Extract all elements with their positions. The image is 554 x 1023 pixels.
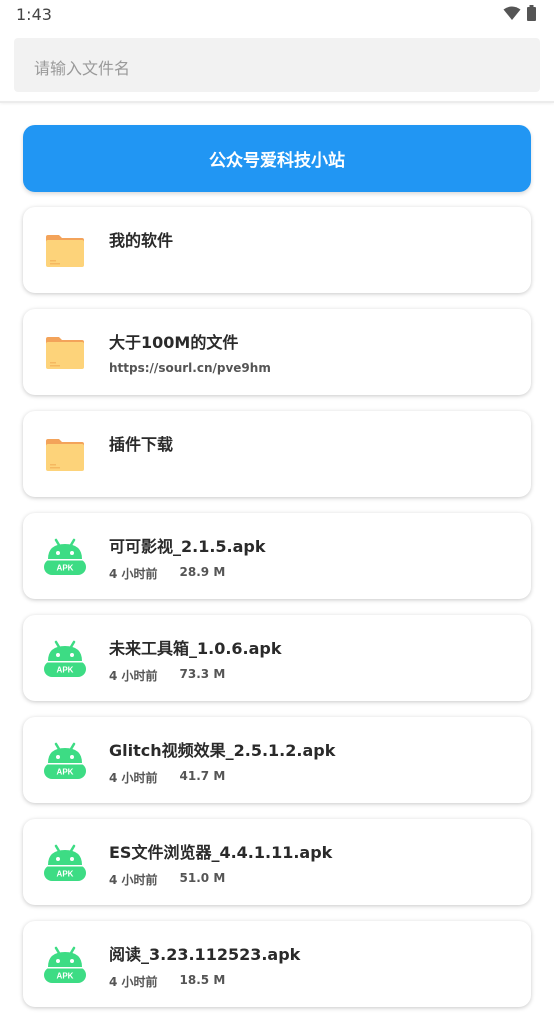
android-apk-icon: APK <box>43 535 87 579</box>
search-input[interactable]: 请输入文件名 <box>14 38 540 92</box>
folder-item[interactable]: 我的软件 <box>23 207 531 293</box>
folder-item[interactable]: 插件下载 <box>23 411 531 497</box>
file-name: ES文件浏览器_4.4.1.11.apk <box>109 843 333 862</box>
android-apk-icon: APK <box>43 739 87 783</box>
file-meta: 4 小时前 41.7 M <box>109 769 225 786</box>
apk-badge-label: APK <box>57 768 74 777</box>
status-bar: 1:43 <box>0 0 554 30</box>
file-time: 4 小时前 <box>109 567 158 581</box>
file-meta: 4 小时前 51.0 M <box>109 871 225 888</box>
android-apk-icon: APK <box>43 637 87 681</box>
file-item[interactable]: APK 未来工具箱_1.0.6.apk 4 小时前 73.3 M <box>23 615 531 701</box>
android-apk-icon: APK <box>43 841 87 885</box>
folder-name: 我的软件 <box>109 231 174 250</box>
folder-subtitle: https://sourl.cn/pve9hm <box>109 361 271 375</box>
file-meta: 4 小时前 73.3 M <box>109 667 225 684</box>
file-time: 4 小时前 <box>109 669 158 683</box>
folder-icon <box>43 331 87 375</box>
search-placeholder: 请输入文件名 <box>34 59 131 78</box>
file-time: 4 小时前 <box>109 975 158 989</box>
folder-name: 插件下载 <box>109 435 174 454</box>
file-size: 41.7 M <box>179 769 226 783</box>
folder-item[interactable]: 大于100M的文件 https://sourl.cn/pve9hm <box>23 309 531 395</box>
android-apk-icon: APK <box>43 943 87 987</box>
file-size: 51.0 M <box>179 871 226 885</box>
file-size: 18.5 M <box>179 973 226 987</box>
header-divider <box>0 101 554 103</box>
folder-icon <box>43 433 87 477</box>
file-name: 可可影视_2.1.5.apk <box>109 537 266 556</box>
file-name: 未来工具箱_1.0.6.apk <box>109 639 282 658</box>
folder-name: 大于100M的文件 <box>109 333 239 352</box>
apk-badge-label: APK <box>57 564 74 573</box>
file-item[interactable]: APK 可可影视_2.1.5.apk 4 小时前 28.9 M <box>23 513 531 599</box>
file-name: 阅读_3.23.112523.apk <box>109 945 301 964</box>
apk-badge-label: APK <box>57 870 74 879</box>
battery-icon <box>527 5 536 21</box>
file-size: 28.9 M <box>179 565 226 579</box>
wifi-icon <box>503 6 521 20</box>
apk-badge-label: APK <box>57 666 74 675</box>
file-name: Glitch视频效果_2.5.1.2.apk <box>109 741 336 760</box>
file-item[interactable]: APK ES文件浏览器_4.4.1.11.apk 4 小时前 51.0 M <box>23 819 531 905</box>
file-meta: 4 小时前 28.9 M <box>109 565 225 582</box>
file-list: 我的软件大于100M的文件 https://sourl.cn/pve9hm 插件下载… <box>23 207 531 1023</box>
file-time: 4 小时前 <box>109 771 158 785</box>
file-meta: 4 小时前 18.5 M <box>109 973 225 990</box>
status-icons <box>503 5 536 21</box>
file-time: 4 小时前 <box>109 873 158 887</box>
file-item[interactable]: APK 阅读_3.23.112523.apk 4 小时前 18.5 M <box>23 921 531 1007</box>
apk-badge-label: APK <box>57 972 74 981</box>
status-time: 1:43 <box>16 5 52 24</box>
file-size: 73.3 M <box>179 667 226 681</box>
file-item[interactable]: APK Glitch视频效果_2.5.1.2.apk 4 小时前 41.7 M <box>23 717 531 803</box>
banner-button[interactable]: 公众号爱科技小站 <box>23 125 531 192</box>
folder-icon <box>43 229 87 273</box>
